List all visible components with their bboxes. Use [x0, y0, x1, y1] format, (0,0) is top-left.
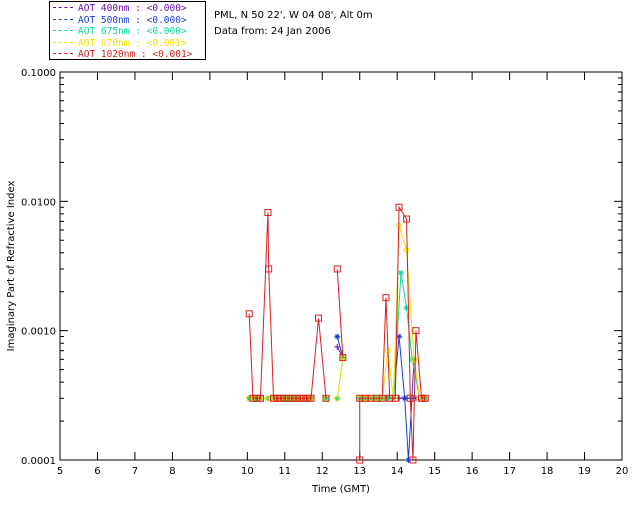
x-tick-label: 17 — [503, 466, 516, 477]
x-tick-label: 6 — [94, 466, 100, 477]
x-tick-label: 7 — [132, 466, 138, 477]
x-axis-label: Time (GMT) — [311, 484, 370, 495]
series-line — [249, 346, 426, 399]
plot-frame — [59, 71, 623, 461]
data-point — [397, 269, 404, 276]
y-tick-label: 0.1000 — [21, 68, 56, 79]
x-tick-label: 11 — [278, 466, 291, 477]
x-tick-label: 9 — [207, 466, 213, 477]
x-tick-label: 10 — [241, 466, 254, 477]
x-tick-label: 13 — [353, 466, 366, 477]
series-group — [245, 221, 430, 402]
data-point — [334, 333, 341, 340]
data-point — [405, 457, 412, 463]
x-tick-label: 19 — [578, 466, 591, 477]
x-tick-label: 15 — [428, 466, 441, 477]
data-point — [401, 395, 408, 402]
x-tick-label: 8 — [169, 466, 175, 477]
x-tick-label: 16 — [466, 466, 479, 477]
y-tick-label: 0.0010 — [21, 327, 56, 338]
x-tick-label: 14 — [391, 466, 404, 477]
x-tick-label: 12 — [316, 466, 329, 477]
y-tick-label: 0.0001 — [21, 456, 56, 467]
chart-canvas: 5 6 7 8 9 10 11 12 13 14 15 16 17 18 19 20 0.0001 0.0010 0… — [6, 68, 629, 495]
x-tick-label: 20 — [616, 466, 629, 477]
x-tick-label: 18 — [541, 466, 554, 477]
x-tick-label: 5 — [57, 466, 63, 477]
y-tick-label: 0.0100 — [21, 197, 56, 208]
y-axis-label: Imaginary Part of Refractive Index — [6, 181, 17, 352]
